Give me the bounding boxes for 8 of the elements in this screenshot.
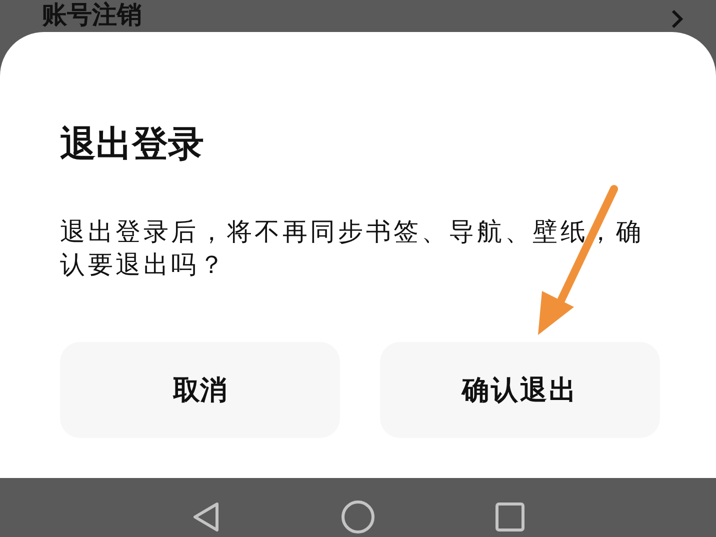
cancel-button[interactable]: 取消 <box>60 342 340 438</box>
dialog-message: 退出登录后，将不再同步书签、导航、壁纸，确认要退出吗？ <box>60 218 645 281</box>
dialog-title: 退出登录 <box>60 124 205 164</box>
home-icon[interactable] <box>341 500 375 534</box>
chevron-icon <box>670 9 684 29</box>
recents-icon[interactable] <box>495 502 525 532</box>
back-icon[interactable] <box>191 500 221 532</box>
confirm-button[interactable]: 确认退出 <box>380 342 660 438</box>
